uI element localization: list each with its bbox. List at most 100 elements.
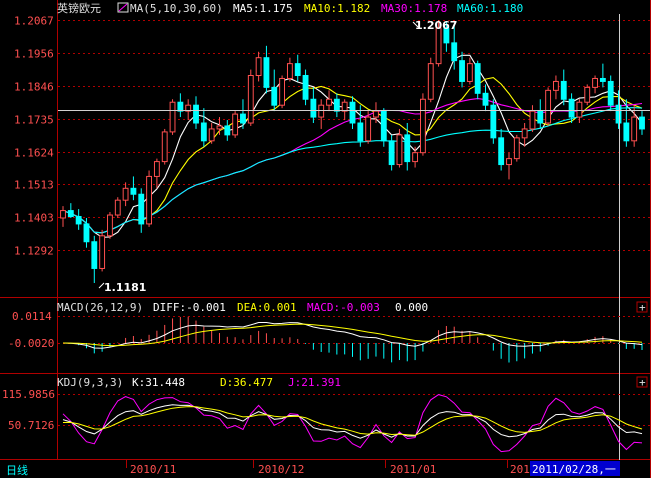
candle-down — [388, 140, 395, 166]
kdj-d-value: D:36.477 — [220, 376, 273, 389]
candle-down — [200, 122, 207, 142]
symbol-name: 英镑欧元 — [57, 1, 101, 15]
kdj-k-value: K:31.448 — [132, 376, 185, 389]
candle-up — [529, 110, 536, 130]
candle-down — [75, 216, 82, 225]
candle-up — [216, 125, 223, 130]
candle-down — [560, 80, 567, 100]
macd-histogram-value: MACD:-0.003 — [307, 301, 380, 314]
forex-chart[interactable]: 1.2067 1.1956 1.1846 1.1735 1.1624 1.1513 1.14… — [0, 0, 651, 478]
macd-params: MACD(26,12,9) — [57, 301, 143, 314]
candle-down — [130, 187, 137, 195]
candle-up — [60, 210, 66, 219]
ma5-value: MA5:1.175 — [233, 2, 293, 15]
candle-up — [506, 158, 512, 166]
candle-down — [310, 98, 317, 118]
candle-down — [349, 101, 356, 124]
candle-down — [357, 122, 364, 142]
candle-up — [631, 116, 638, 142]
candle-down — [537, 110, 544, 124]
candle-up — [466, 63, 473, 82]
candle-up — [341, 101, 348, 112]
candle-down — [271, 86, 278, 106]
candle-down — [294, 63, 301, 77]
candle-up — [286, 63, 293, 79]
candle-down — [639, 116, 645, 130]
price-tick-label: 1.1624 — [14, 147, 54, 160]
candle-up — [161, 131, 168, 163]
candle-up — [365, 116, 372, 142]
candle-down — [177, 101, 184, 112]
candle-up — [247, 75, 254, 124]
candle-down — [498, 137, 505, 166]
candle-up — [513, 137, 520, 160]
period-tab-daily[interactable]: 日线 — [6, 463, 28, 477]
price-tick-label: 1.1292 — [14, 245, 54, 258]
date-label-dec: 2010/12 — [258, 463, 304, 476]
candle-down — [615, 104, 622, 124]
date-label-nov: 2010/11 — [130, 463, 176, 476]
price-tick-label: 1.2067 — [14, 15, 54, 28]
candle-down — [599, 77, 606, 82]
candle-down — [224, 125, 231, 136]
candle-down — [474, 63, 481, 94]
date-label-jan: 2011/01 — [390, 463, 436, 476]
macd-diff-value: DIFF:-0.001 — [153, 301, 226, 314]
candle-down — [263, 57, 270, 88]
ma-params: MA(5,10,30,60) — [130, 2, 223, 15]
candle-up — [521, 128, 528, 139]
candle-down — [380, 110, 387, 142]
low-price-marker: 1.1181 — [104, 281, 146, 294]
candle-down — [482, 92, 489, 106]
date-label-partial: 201 — [510, 463, 530, 476]
price-tick-label: 1.1403 — [14, 212, 54, 225]
candle-down — [459, 60, 465, 82]
candle-down — [451, 42, 458, 62]
plus-icon: + — [639, 376, 646, 389]
price-tick-label: 1.1846 — [14, 81, 54, 94]
candle-up — [396, 134, 403, 166]
kdj-tick-upper: 115.9856 — [2, 388, 55, 401]
candle-up — [153, 161, 160, 177]
candle-down — [623, 122, 630, 142]
candle-up — [592, 77, 598, 88]
candle-down — [83, 223, 90, 243]
price-tick-label: 1.1956 — [14, 48, 54, 61]
high-price-marker: 1.2067 — [415, 19, 457, 32]
candle-up — [545, 89, 552, 124]
macd-dea-value: DEA:0.001 — [237, 301, 297, 314]
plus-icon: + — [639, 301, 646, 314]
price-tick-label: 1.1513 — [14, 179, 54, 192]
candle-up — [99, 235, 106, 269]
cursor-date: 2011/02/28,一 — [532, 463, 616, 476]
candle-down — [607, 80, 614, 106]
candle-down — [302, 75, 309, 100]
candle-up — [576, 101, 583, 118]
candle-up — [326, 98, 332, 106]
candle-up — [122, 187, 129, 201]
candle-down — [240, 113, 246, 124]
macd-tick-lower: -0.0020 — [8, 337, 54, 350]
candle-up — [373, 110, 379, 118]
chart-background — [0, 0, 651, 478]
candle-up — [318, 104, 325, 118]
candle-up — [146, 175, 152, 225]
candle-up — [419, 98, 426, 154]
candle-up — [279, 77, 286, 106]
candle-down — [333, 98, 340, 112]
kdj-tick-lower: 50.7126 — [8, 419, 54, 432]
candle-down — [67, 210, 74, 218]
candle-down — [404, 134, 411, 163]
candle-up — [584, 86, 591, 103]
price-tick-label: 1.1735 — [14, 114, 54, 127]
kdj-j-value: J:21.391 — [288, 376, 341, 389]
candle-up — [255, 57, 262, 77]
candle-up — [169, 101, 176, 133]
candle-up — [232, 113, 239, 136]
kdj-params: KDJ(9,3,3) — [57, 376, 123, 389]
ma10-value: MA10:1.182 — [304, 2, 370, 15]
ma60-value: MA60:1.180 — [457, 2, 523, 15]
candle-down — [91, 241, 98, 269]
macd-tick-upper: 0.0114 — [12, 310, 52, 323]
candle-down — [138, 193, 145, 225]
